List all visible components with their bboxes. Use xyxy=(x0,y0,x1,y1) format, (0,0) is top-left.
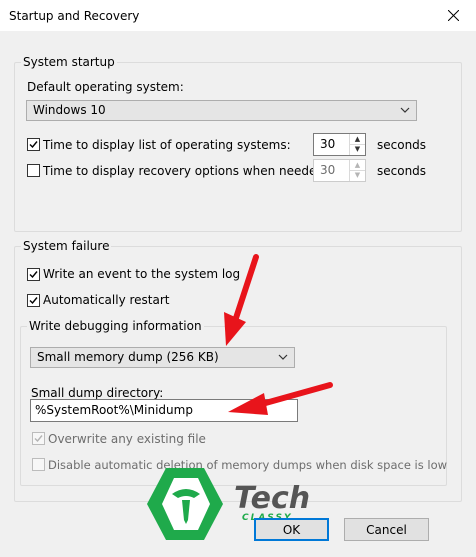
red-arrow-icon xyxy=(228,382,333,415)
annotation-arrows xyxy=(224,254,333,415)
red-arrow-icon xyxy=(224,254,259,346)
